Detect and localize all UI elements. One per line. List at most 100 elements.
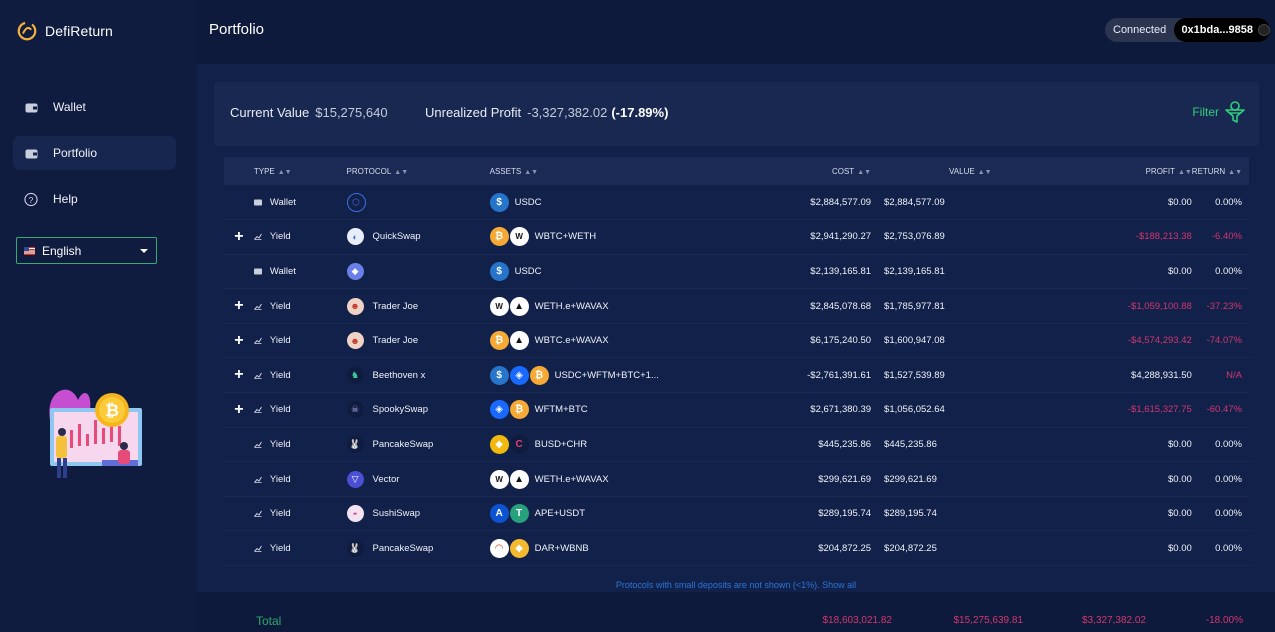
table-row[interactable]: + Yield ☻ Trader Joe ₿ ▲ WBTC.e+WAVAX $6,175,24…: [224, 323, 1249, 358]
filter-button[interactable]: Filter: [1192, 101, 1245, 123]
expand-row-icon[interactable]: +: [234, 297, 243, 314]
expand-row-icon[interactable]: +: [234, 366, 243, 383]
protocol-name: Vector: [372, 473, 400, 485]
sort-icon: ▲▼: [1228, 168, 1242, 176]
assets-cell: $ USDC: [489, 185, 769, 220]
type-wrap: Yield: [253, 370, 347, 381]
value-cell: $445,235.86: [884, 438, 937, 450]
help-icon: ?: [24, 192, 38, 206]
table-row: Yield ◓ SushiSwap A T APE+USDT $289,195.74 $289…: [224, 496, 1249, 531]
protocol-wrap: ◐ QuickSwap: [346, 228, 490, 246]
table-row[interactable]: + Yield ☠ SpookySwap ◈ ₿ WFTM+BTC $2,671,380.39…: [224, 393, 1249, 428]
protocol-name: Trader Joe: [372, 335, 419, 347]
sidebar-item-help[interactable]: ? Help: [13, 182, 176, 216]
unrealized-profit-amount: -3,327,382.02: [527, 105, 608, 120]
cost-cell: $2,884,577.09: [810, 196, 872, 208]
type-cell: Yield: [253, 393, 347, 428]
weth-icon: W: [489, 469, 509, 489]
usdt-icon: T: [509, 504, 529, 524]
type-wrap: Yield: [253, 301, 347, 312]
assets-label: APE+USDT: [534, 508, 586, 520]
assets-wrap: A T APE+USDT: [489, 504, 769, 524]
sidebar-item-label: Help: [53, 192, 78, 206]
cost-cell: $2,139,165.81: [810, 265, 872, 277]
protocol-cell: ☠ SpookySwap: [346, 393, 490, 428]
total-return: -18.00%: [1205, 615, 1243, 626]
column-header-assets[interactable]: ASSETS ▲▼: [490, 157, 769, 185]
protocol-name: QuickSwap: [372, 231, 421, 243]
assets-wrap: $ USDC: [489, 192, 769, 212]
svg-text:?: ?: [29, 194, 34, 204]
assets-cell: ₿ ▲ WBTC.e+WAVAX: [489, 323, 769, 358]
protocol-wrap: ◆: [346, 262, 490, 280]
table-row[interactable]: + Yield ♞ Beethoven x $ ◈ ₿ USDC+WFTM+BTC+1... -…: [224, 358, 1249, 393]
avax-icon: ▲: [509, 331, 529, 351]
sort-icon: ▲▼: [977, 168, 992, 176]
return-cell: -37.23%: [1206, 300, 1242, 312]
yield-chart-icon: [253, 372, 262, 379]
table-row: Yield ▽ Vector W ▲ WETH.e+WAVAX $299,621.69 $29…: [224, 462, 1249, 497]
value-cell: $289,195.74: [884, 508, 937, 520]
btc-icon: ₿: [509, 400, 529, 420]
cost-cell: $289,195.74: [818, 508, 872, 520]
column-header-type[interactable]: TYPE ▲▼: [254, 157, 347, 185]
type-label: Yield: [269, 335, 291, 347]
expand-cell: [224, 496, 254, 531]
protocol-cell: ☻ Trader Joe: [346, 289, 490, 324]
table-row[interactable]: + Yield ◐ QuickSwap ₿ W WBTC+WETH $2,941,290.27…: [224, 220, 1249, 255]
column-header-return[interactable]: RETURN ▲▼: [1192, 157, 1249, 185]
expand-row-icon[interactable]: +: [234, 228, 243, 245]
table-row[interactable]: + Yield ☻ Trader Joe W ▲ WETH.e+WAVAX $2,845,07…: [224, 289, 1249, 324]
column-header-label: RETURN: [1191, 166, 1226, 176]
type-wrap: Yield: [253, 335, 347, 347]
type-cell: Yield: [253, 496, 347, 531]
sort-icon: ▲▼: [857, 168, 872, 176]
return-cell: -60.47%: [1206, 404, 1242, 416]
traderjoe-icon: ☻: [346, 332, 364, 350]
protocol-wrap: 🐰 PancakeSwap: [346, 435, 490, 453]
type-wrap: Yield: [253, 404, 347, 415]
return-cell: 0.00%: [1215, 265, 1242, 277]
assets-wrap: $ USDC: [489, 261, 769, 281]
ethereum-icon: ◆: [346, 262, 364, 280]
small-deposits-note-link[interactable]: Protocols with small deposits are not sh…: [197, 580, 1275, 590]
assets-cell: $ ◈ ₿ USDC+WFTM+BTC+1...: [489, 358, 769, 393]
busd-icon: ◆: [489, 434, 509, 454]
language-select[interactable]: English: [16, 237, 157, 264]
column-header-cost[interactable]: COST ▲▼: [768, 157, 871, 185]
main-content: Current Value $15,275,640 Unrealized Prof…: [197, 64, 1275, 632]
column-header-protocol[interactable]: PROTOCOL ▲▼: [347, 157, 490, 185]
wallet-address-button[interactable]: 0x1bda...9858: [1174, 18, 1270, 42]
column-header-profit[interactable]: PROFIT ▲▼: [1062, 157, 1192, 185]
sidebar-item-portfolio[interactable]: Portfolio: [13, 136, 176, 170]
expand-cell: +: [224, 289, 254, 324]
profit-cell: $0.00: [1168, 265, 1192, 277]
yield-chart-icon: [253, 407, 262, 414]
assets-cell: ◆ C BUSD+CHR: [489, 427, 769, 462]
logo[interactable]: DefiReturn: [16, 20, 113, 42]
wallet-connection[interactable]: Connected 0x1bda...9858: [1105, 18, 1270, 42]
cost-cell: $6,175,240.50: [810, 335, 872, 347]
column-header-value[interactable]: VALUE ▲▼: [871, 157, 1062, 185]
sort-icon: ▲▼: [277, 168, 292, 176]
beethoven-icon: ♞: [346, 366, 364, 384]
protocol-cell: 🐰 PancakeSwap: [346, 427, 490, 462]
expand-row-icon[interactable]: +: [234, 401, 243, 418]
avatar: [1258, 24, 1270, 36]
protocol-cell: 🐰 PancakeSwap: [346, 531, 490, 566]
yield-chart-icon: [253, 234, 262, 241]
filter-label: Filter: [1192, 105, 1219, 119]
column-header-label: COST: [831, 166, 855, 176]
app-name: DefiReturn: [45, 23, 113, 39]
vector-icon: ▽: [346, 470, 364, 488]
value-cell: $2,884,577.09: [884, 196, 945, 208]
type-label: Yield: [269, 542, 291, 554]
cost-cell: $2,845,078.68: [810, 300, 872, 312]
protocol-wrap: ▽ Vector: [346, 470, 490, 488]
sidebar-item-wallet[interactable]: Wallet: [13, 90, 176, 124]
return-cell: 0.00%: [1215, 196, 1242, 208]
assets-wrap: ◠ ◆ DAR+WBNB: [489, 538, 769, 558]
expand-row-icon[interactable]: +: [234, 332, 243, 349]
expand-cell: +: [224, 393, 254, 428]
type-wrap: Yield: [253, 231, 347, 242]
